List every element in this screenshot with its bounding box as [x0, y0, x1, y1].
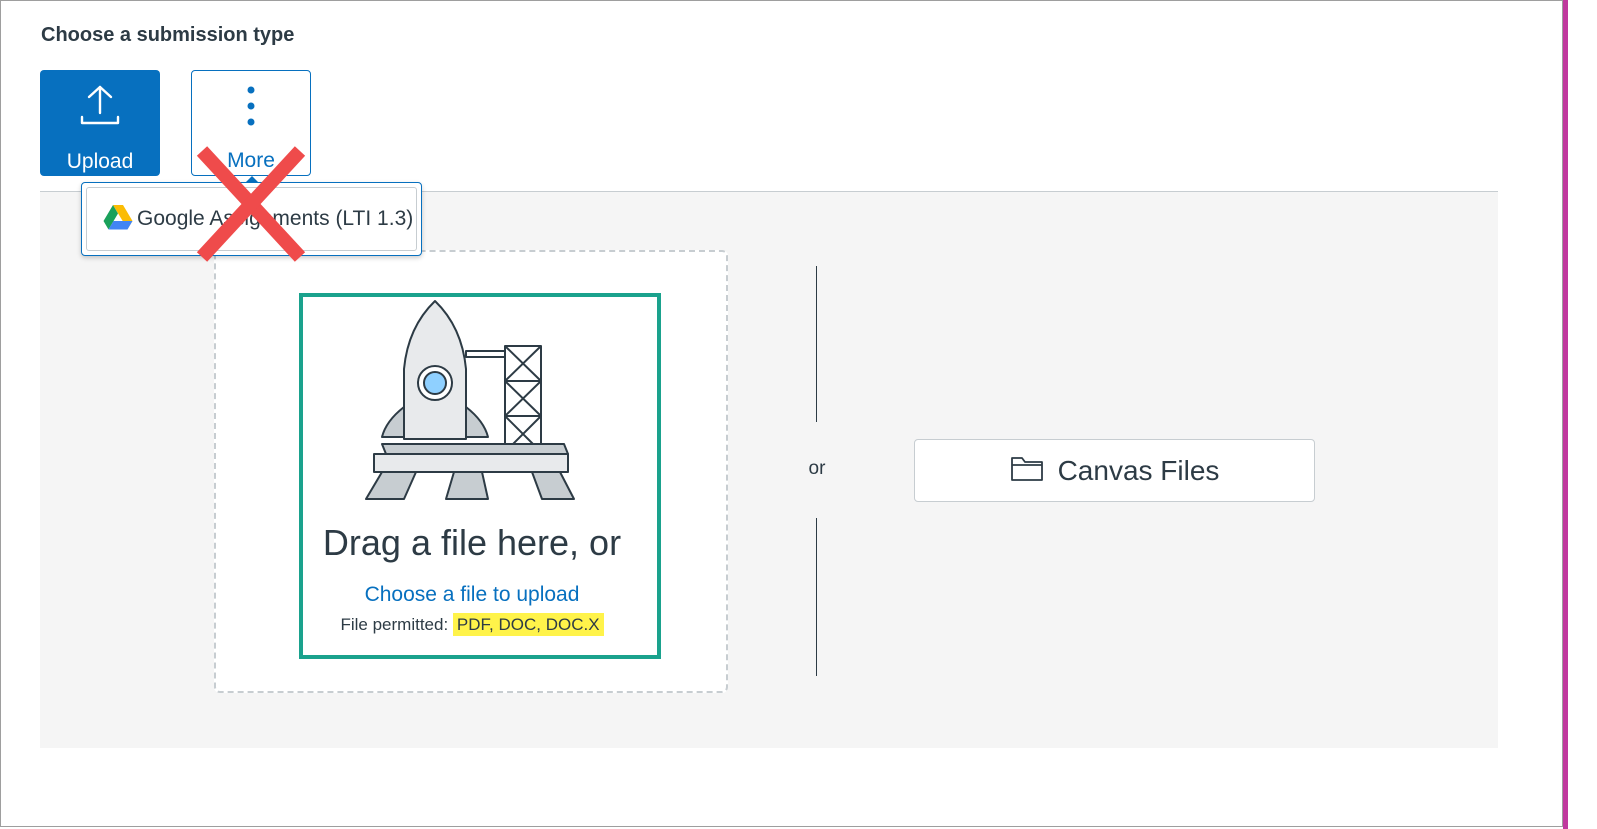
or-separator: or [808, 458, 826, 479]
page-title: Choose a submission type [41, 24, 295, 46]
or-divider-top [816, 266, 817, 422]
google-drive-icon [103, 204, 133, 235]
canvas-files-label: Canvas Files [1057, 454, 1220, 486]
accent-border [1563, 0, 1568, 829]
more-vertical-icon [245, 83, 257, 129]
upload-button[interactable]: Upload [40, 70, 160, 176]
more-button[interactable]: More [191, 70, 311, 176]
canvas-files-button[interactable]: Canvas Files [914, 439, 1315, 502]
more-dropdown-menu: Google Assignments (LTI 1.3) [81, 182, 422, 256]
highlight-annotation [299, 293, 661, 659]
upload-icon [78, 82, 122, 128]
or-divider-bottom [816, 518, 817, 676]
menu-item-google-assignments[interactable]: Google Assignments (LTI 1.3) [86, 187, 417, 251]
upload-label: Upload [66, 150, 134, 173]
more-label: More [227, 149, 275, 172]
folder-icon [1010, 454, 1044, 487]
menu-item-label: Google Assignments (LTI 1.3) [137, 207, 414, 230]
